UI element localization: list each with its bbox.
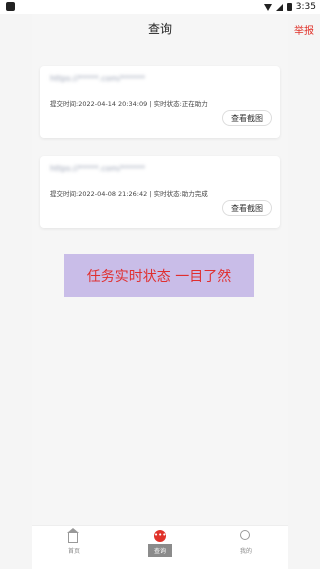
tab-query[interactable]: ••• 查询	[140, 530, 180, 566]
submit-time: 2022-04-14 20:34:09	[78, 100, 148, 108]
wifi-icon	[263, 3, 272, 11]
record-card: https://*****.com/****** 提交时间:2022-04-08…	[40, 156, 280, 228]
bottom-tab-bar: 首页 ••• 查询 我的	[32, 525, 288, 569]
promo-banner: 任务实时状态 一目了然	[64, 254, 254, 297]
status-time: 3:35	[295, 2, 316, 12]
record-url: https://*****.com/******	[50, 164, 145, 173]
tab-home-label: 首页	[67, 548, 80, 555]
record-meta: 提交时间:2022-04-14 20:34:09 | 实时状态:正在助力	[50, 100, 208, 108]
record-status: 正在助力	[181, 100, 208, 108]
tab-mine[interactable]: 我的	[226, 530, 266, 566]
submit-time: 2022-04-08 21:26:42	[78, 190, 148, 198]
submit-time-label: 提交时间:	[50, 100, 79, 108]
page-header: 查询	[32, 14, 288, 42]
home-icon	[67, 528, 80, 543]
view-screenshot-button[interactable]: 查看截图	[222, 200, 272, 216]
tab-query-label: 查询	[147, 544, 172, 557]
app-frame: 查询 https://*****.com/****** 提交时间:2022-04…	[32, 14, 288, 569]
record-status: 助力完成	[181, 190, 208, 198]
tab-mine-label: 我的	[239, 548, 252, 555]
status-label: 实时状态:	[153, 190, 182, 198]
status-icons: 3:35	[263, 0, 316, 14]
notification-icon	[6, 2, 15, 11]
report-link[interactable]: 举报	[294, 22, 314, 37]
query-icon: •••	[154, 530, 166, 542]
tab-home[interactable]: 首页	[54, 528, 94, 566]
banner-text: 任务实时状态 一目了然	[86, 268, 232, 285]
record-meta: 提交时间:2022-04-08 21:26:42 | 实时状态:助力完成	[50, 190, 208, 198]
user-icon	[240, 530, 252, 542]
battery-icon	[286, 3, 292, 11]
view-screenshot-button[interactable]: 查看截图	[222, 110, 272, 126]
status-bar: 3:35	[0, 0, 320, 14]
submit-time-label: 提交时间:	[50, 190, 79, 198]
signal-icon	[275, 3, 283, 11]
status-label: 实时状态:	[153, 100, 182, 108]
record-url: https://*****.com/******	[50, 74, 145, 83]
record-card: https://*****.com/****** 提交时间:2022-04-14…	[40, 66, 280, 138]
page-title: 查询	[147, 21, 172, 36]
